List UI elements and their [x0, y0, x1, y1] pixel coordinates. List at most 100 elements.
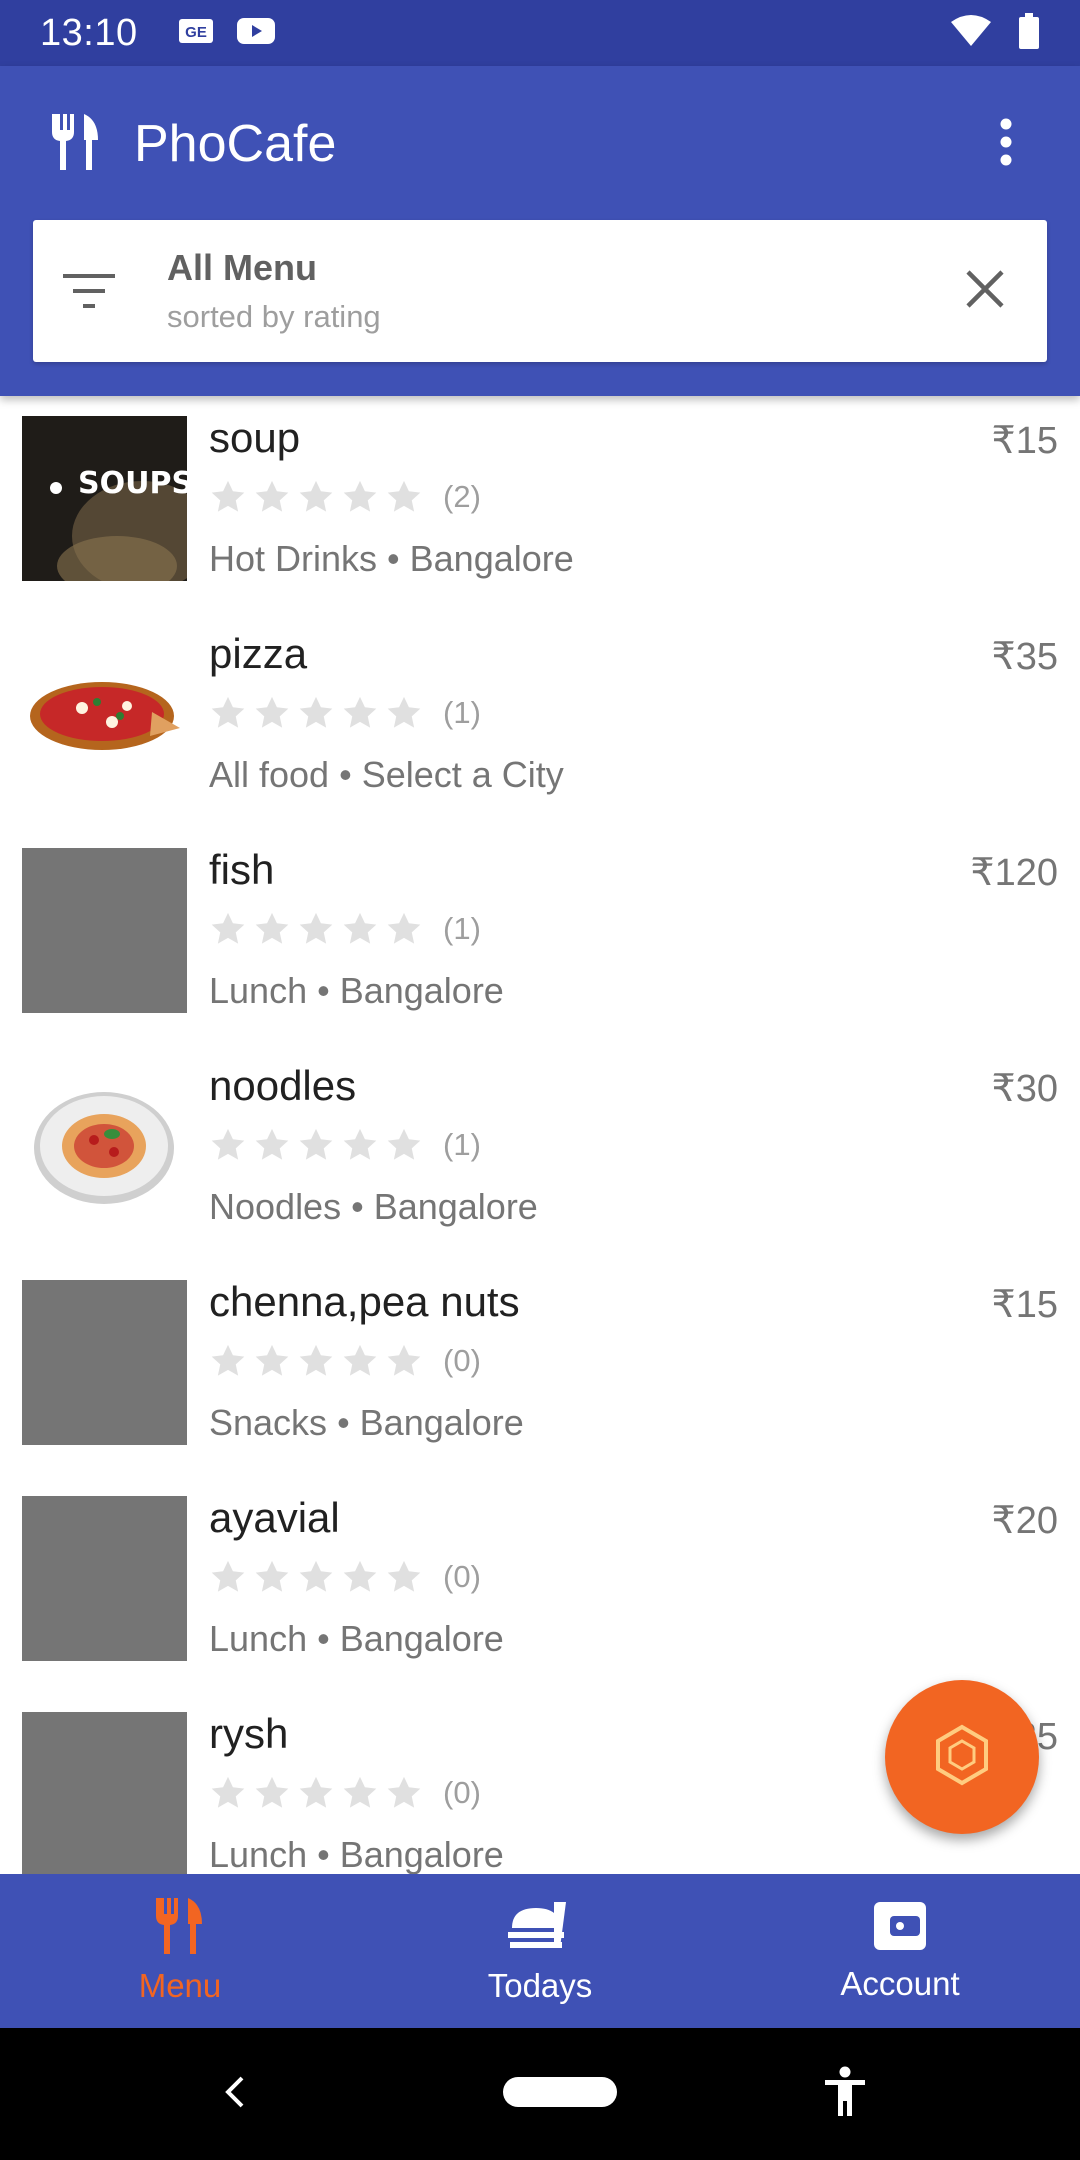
star-icon — [209, 1342, 247, 1380]
image-placeholder — [22, 1280, 187, 1445]
rating-count: (1) — [443, 695, 481, 730]
status-system-icons — [950, 12, 1040, 54]
news-icon: GE — [178, 17, 214, 50]
star-icon — [297, 1126, 335, 1164]
star-icon — [297, 1774, 335, 1812]
app-bar: PhoCafe All Menu sorted by rating — [0, 66, 1080, 396]
item-city: Bangalore — [409, 538, 574, 579]
filter-title: All Menu — [167, 247, 317, 288]
filter-subtitle: sorted by rating — [167, 299, 381, 334]
status-time: 13:10 — [40, 11, 138, 54]
item-category: Snacks — [209, 1402, 328, 1443]
star-icon — [253, 1774, 291, 1812]
star-icon — [297, 1342, 335, 1380]
wallet-icon — [872, 1900, 928, 1957]
back-button[interactable] — [210, 2028, 260, 2160]
svg-text:GE: GE — [185, 24, 207, 41]
star-icon — [209, 1126, 247, 1164]
item-name: fish — [209, 846, 275, 893]
home-button[interactable] — [500, 2028, 620, 2160]
item-city: Bangalore — [339, 1834, 504, 1874]
rating-stars: (1) — [209, 694, 481, 732]
filter-list-icon — [57, 259, 121, 323]
pizza-photo — [22, 632, 187, 797]
star-icon — [297, 694, 335, 732]
item-name: pizza — [209, 630, 308, 677]
item-meta: Lunch • Bangalore — [209, 1618, 504, 1659]
star-icon — [209, 478, 247, 516]
rating-count: (1) — [443, 1127, 481, 1162]
accessibility-button[interactable] — [815, 2028, 875, 2160]
close-icon — [965, 269, 1005, 314]
list-item[interactable]: fish ₹120 (1) Lunch • Bangalore — [0, 832, 1080, 1048]
hexagon-icon — [930, 1723, 994, 1792]
item-name: rysh — [209, 1710, 289, 1757]
menu-list[interactable]: SOUPS soup ₹15 (2) Hot Drinks • Bangalor… — [0, 400, 1080, 1874]
item-category: Noodles — [209, 1186, 342, 1227]
item-category: Lunch — [209, 1618, 308, 1659]
item-price: ₹15 — [991, 1284, 1058, 1326]
star-icon — [253, 1342, 291, 1380]
star-icon — [385, 1126, 423, 1164]
food-serving-icon — [508, 1898, 572, 1959]
star-icon — [341, 1774, 379, 1812]
item-price: ₹15 — [991, 420, 1058, 462]
star-icon — [341, 910, 379, 948]
status-bar: 13:10 GE — [0, 0, 1080, 66]
nav-todays[interactable]: Todays — [360, 1874, 720, 2028]
item-meta: Snacks • Bangalore — [209, 1402, 524, 1443]
item-city: Select a City — [361, 754, 564, 795]
soups-photo-label: SOUPS — [78, 466, 187, 501]
image-placeholder — [22, 848, 187, 1013]
star-icon — [209, 910, 247, 948]
star-icon — [209, 694, 247, 732]
item-city: Bangalore — [339, 970, 504, 1011]
list-item[interactable]: noodles ₹30 (1) Noodles • Bangalore — [0, 1048, 1080, 1264]
system-navigation-bar — [0, 2028, 1080, 2160]
rating-count: (0) — [443, 1559, 481, 1594]
rating-count: (0) — [443, 1775, 481, 1810]
accessibility-icon — [823, 2066, 867, 2123]
nav-account[interactable]: Account — [720, 1874, 1080, 2028]
rating-stars: (1) — [209, 1126, 481, 1164]
rating-stars: (0) — [209, 1342, 481, 1380]
star-icon — [385, 478, 423, 516]
overflow-menu-button[interactable] — [976, 104, 1036, 184]
star-icon — [385, 910, 423, 948]
star-icon — [341, 694, 379, 732]
star-icon — [385, 1774, 423, 1812]
list-item[interactable]: pizza ₹35 (1) All food • Select a City — [0, 616, 1080, 832]
star-icon — [253, 694, 291, 732]
rating-stars: (1) — [209, 910, 481, 948]
item-price: ₹20 — [991, 1500, 1058, 1542]
fab-button[interactable] — [885, 1680, 1039, 1834]
image-placeholder — [22, 1496, 187, 1661]
rating-stars: (2) — [209, 478, 481, 516]
app-title: PhoCafe — [134, 115, 337, 173]
status-notification-icons: GE — [178, 17, 276, 50]
item-category: Lunch — [209, 970, 308, 1011]
rating-stars: (0) — [209, 1558, 481, 1596]
item-price: ₹120 — [970, 852, 1058, 894]
star-icon — [385, 1558, 423, 1596]
item-meta: All food • Select a City — [209, 754, 564, 795]
item-price: ₹35 — [991, 636, 1058, 678]
filter-bar[interactable]: All Menu sorted by rating — [33, 220, 1047, 362]
clear-filter-button[interactable] — [953, 259, 1017, 323]
star-icon — [209, 1774, 247, 1812]
star-icon — [253, 478, 291, 516]
list-item[interactable]: SOUPS soup ₹15 (2) Hot Drinks • Bangalor… — [0, 400, 1080, 616]
item-category: Lunch — [209, 1834, 308, 1874]
item-meta: Lunch • Bangalore — [209, 970, 504, 1011]
star-icon — [341, 478, 379, 516]
item-meta: Noodles • Bangalore — [209, 1186, 538, 1227]
rating-count: (1) — [443, 911, 481, 946]
star-icon — [253, 910, 291, 948]
star-icon — [209, 1558, 247, 1596]
soups-photo: SOUPS — [22, 416, 187, 581]
list-item[interactable]: ayavial ₹20 (0) Lunch • Bangalore — [0, 1480, 1080, 1696]
filter-text: All Menu sorted by rating — [167, 247, 381, 335]
list-item[interactable]: chenna,pea nuts ₹15 (0) Snacks • Bangalo… — [0, 1264, 1080, 1480]
star-icon — [253, 1558, 291, 1596]
nav-menu[interactable]: Menu — [0, 1874, 360, 2028]
